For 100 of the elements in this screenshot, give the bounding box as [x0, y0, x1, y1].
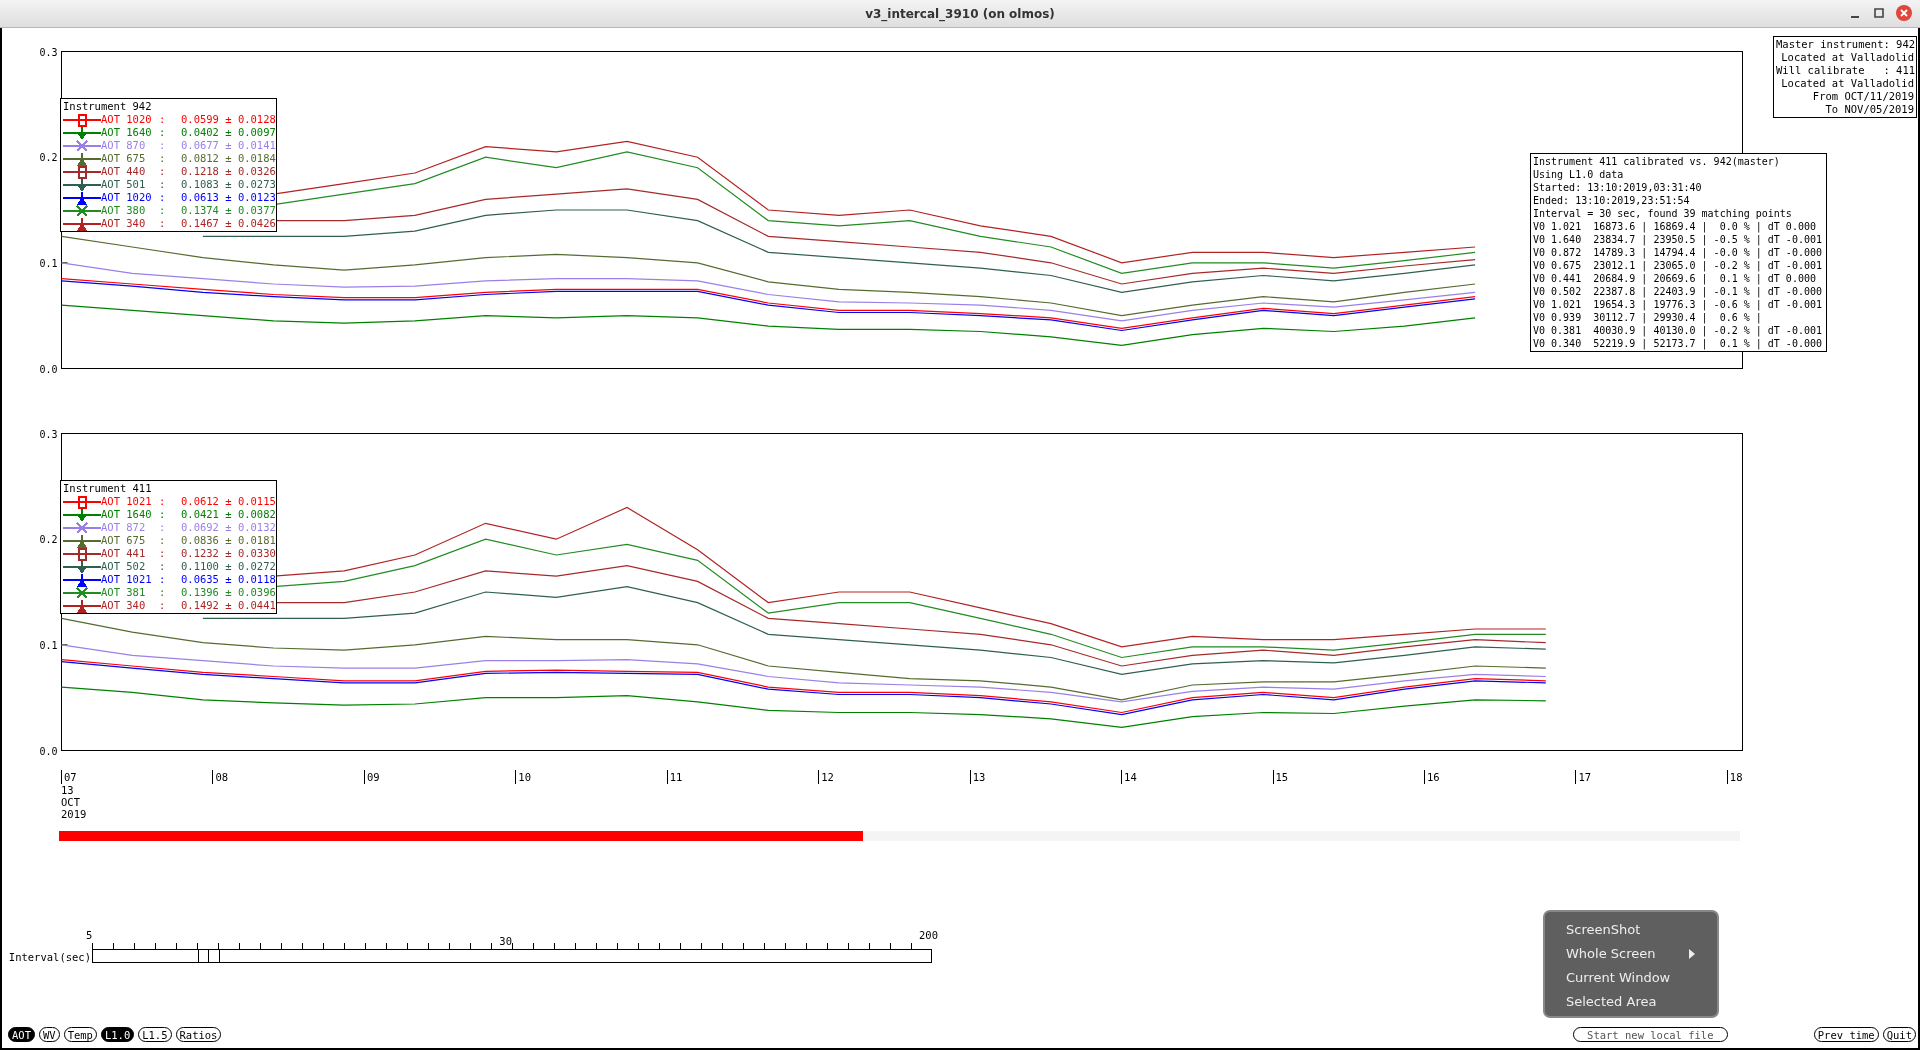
info-text: V0 0.441 20684.9 | 20669.6 | 0.1 % | dT 0.000 — [1533, 272, 1817, 285]
legend-value: 0.0812 ± 0.0184 — [181, 152, 276, 165]
menu-title: ScreenShot — [1565, 921, 1642, 939]
window-title: v3_intercal_3910 (on olmos) — [865, 6, 1055, 21]
axis-label: 12 — [818, 770, 834, 784]
axis-label: 11 — [666, 770, 683, 784]
legend-label: AOT 1020 — [101, 113, 153, 126]
legend-separator: : — [159, 217, 167, 230]
date-label: OCT — [61, 796, 81, 808]
info-text: V0 1.640 23834.7 | 23950.5 | -0.5 % | dT -0.001 — [1533, 233, 1822, 246]
info-text: Using L1.0 data — [1533, 168, 1625, 181]
legend-value: 0.0613 ± 0.0123 — [181, 191, 276, 204]
action-button[interactable]: Quit — [1882, 1027, 1916, 1042]
legend-value: 0.1100 ± 0.0272 — [181, 560, 276, 573]
date-label: 2019 — [61, 808, 87, 820]
legend-value: 0.1396 ± 0.0396 — [181, 586, 276, 599]
legend-separator: : — [159, 152, 167, 165]
legend-value: 0.0402 ± 0.0097 — [181, 126, 276, 139]
axis-label: 08 — [212, 770, 229, 784]
info-text: V0 0.675 23012.1 | 23065.0 | -0.2 % | dT -0.001 — [1533, 259, 1822, 272]
close-icon[interactable] — [1896, 5, 1912, 21]
menu-item[interactable]: Current Window — [1545, 966, 1717, 990]
legend-separator: : — [159, 139, 167, 152]
legend-separator: : — [159, 573, 167, 586]
legend-separator: : — [159, 495, 167, 508]
axis-label: 0.1 — [39, 639, 58, 651]
legend-label: AOT 501 — [101, 178, 147, 191]
axis-label: 15 — [1272, 770, 1289, 784]
axis-label: 07 — [61, 770, 77, 784]
legend-label: AOT 1021 — [101, 573, 153, 586]
legend-value: 0.0612 ± 0.0115 — [181, 495, 276, 508]
info-text: V0 1.021 16873.6 | 16869.4 | 0.0 % | dT 0.000 — [1533, 220, 1817, 233]
action-button[interactable]: Start new local file — [1572, 1027, 1728, 1042]
menu-item[interactable]: Whole Screen — [1545, 942, 1717, 966]
axis-label: 18 — [1726, 770, 1743, 784]
axis-label: 10 — [515, 770, 531, 784]
axis-label: 0.0 — [39, 745, 58, 757]
slider-handle[interactable] — [197, 949, 220, 963]
mode-button[interactable]: L1.0 — [100, 1027, 135, 1042]
legend-separator: : — [159, 165, 167, 178]
date-label: 13 — [61, 784, 75, 796]
info-text: V0 0.939 30112.7 | 29930.4 | 0.6 % | — [1533, 311, 1763, 324]
info-text: Located at Valladolid — [1780, 77, 1914, 90]
legend-label: AOT 1021 — [101, 495, 153, 508]
axis-label: 0.1 — [39, 257, 58, 269]
legend-label: AOT 340 — [101, 599, 147, 612]
axis-label: 0.3 — [39, 428, 58, 440]
legend-separator: : — [159, 508, 167, 521]
mode-button[interactable]: WV — [38, 1027, 60, 1042]
slider-label: Interval(sec) — [7, 950, 92, 964]
info-text: V0 1.021 19654.3 | 19776.3 | -0.6 % | dT -0.001 — [1533, 298, 1822, 311]
axis-label: 16 — [1423, 770, 1440, 784]
legend-separator: : — [159, 113, 167, 126]
axis-label: 14 — [1121, 770, 1137, 784]
legend-value: 0.0635 ± 0.0118 — [181, 573, 276, 586]
axis-label: 09 — [363, 770, 380, 784]
legend-separator: : — [159, 521, 167, 534]
info-text: To NOV/05/2019 — [1824, 103, 1914, 116]
legend-label: AOT 380 — [101, 204, 147, 217]
mode-button[interactable]: Ratios — [175, 1027, 222, 1042]
info-text: Interval = 30 sec, found 39 matching points — [1533, 207, 1793, 220]
legend-separator: : — [159, 547, 167, 560]
info-text: V0 0.502 22387.8 | 22403.9 | -0.1 % | dT -0.000 — [1533, 285, 1822, 298]
legend-value: 0.0692 ± 0.0132 — [181, 521, 276, 534]
legend-title: Instrument 942 — [63, 100, 153, 113]
legend-label: AOT 675 — [101, 152, 147, 165]
legend-value: 0.1218 ± 0.0326 — [181, 165, 276, 178]
axis-label: 0.0 — [39, 363, 58, 375]
axis-label: 0.2 — [39, 534, 58, 546]
info-text: From OCT/11/2019 — [1811, 90, 1914, 103]
mode-button[interactable]: Temp — [63, 1027, 97, 1042]
legend-value: 0.1232 ± 0.0330 — [181, 547, 276, 560]
action-button[interactable]: Prev time — [1813, 1027, 1879, 1042]
submenu-arrow-icon — [1689, 949, 1695, 959]
info-text: Instrument 411 calibrated vs. 942(master) — [1533, 155, 1781, 168]
legend-label: AOT 1640 — [101, 508, 153, 521]
legend-separator: : — [159, 599, 167, 612]
legend-value: 0.1467 ± 0.0426 — [181, 217, 276, 230]
info-text: Started: 13:10:2019,03:31:40 — [1533, 181, 1703, 194]
scale-label: 30 — [499, 934, 512, 943]
legend-label: AOT 381 — [101, 586, 147, 599]
info-text: V0 0.872 14789.3 | 14794.4 | -0.0 % | dT -0.000 — [1533, 246, 1822, 259]
legend-label: AOT 502 — [101, 560, 147, 573]
info-text: V0 0.381 40030.9 | 40130.0 | -0.2 % | dT -0.001 — [1533, 324, 1822, 337]
legend-separator: : — [159, 586, 167, 599]
legend-label: AOT 340 — [101, 217, 147, 230]
legend-label: AOT 1640 — [101, 126, 153, 139]
legend-separator: : — [159, 534, 167, 547]
info-text: Will calibrate : 411 — [1776, 64, 1914, 77]
scale-label: 200 — [919, 929, 938, 943]
mode-button[interactable]: AOT — [8, 1027, 35, 1042]
mode-button[interactable]: L1.5 — [138, 1027, 172, 1042]
axis-label: 17 — [1575, 770, 1592, 784]
menu-item[interactable]: Selected Area — [1545, 990, 1717, 1014]
legend-label: AOT 440 — [101, 165, 147, 178]
info-text: Located at Valladolid — [1780, 51, 1914, 64]
legend-value: 0.1083 ± 0.0273 — [181, 178, 276, 191]
slider-track[interactable] — [92, 949, 932, 963]
legend-value: 0.0836 ± 0.0181 — [181, 534, 276, 547]
maximize-icon[interactable] — [1872, 6, 1886, 20]
